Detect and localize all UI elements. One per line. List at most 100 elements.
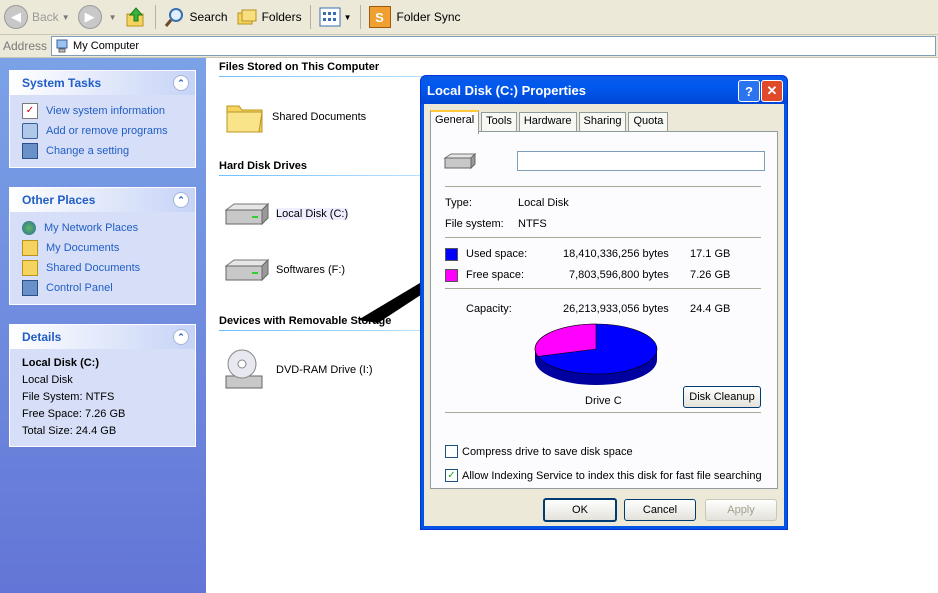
system-tasks-title: System Tasks	[22, 76, 102, 90]
details-free-space: Free Space: 7.26 GB	[22, 408, 126, 420]
used-space-gb: 17.1 GB	[690, 248, 731, 260]
up-button[interactable]	[121, 3, 151, 31]
ok-button[interactable]: OK	[543, 498, 617, 522]
tab-general[interactable]: General	[430, 110, 480, 134]
control-panel-icon	[22, 143, 38, 159]
search-button[interactable]: Search	[160, 3, 232, 31]
file-system-label: File system:	[445, 218, 504, 230]
type-value: Local Disk	[518, 197, 569, 209]
link-label: Shared Documents	[46, 262, 141, 274]
folders-icon	[237, 9, 257, 25]
shared-documents-link[interactable]: Shared Documents	[22, 258, 187, 278]
link-label: My Network Places	[44, 222, 139, 234]
disk-cleanup-button[interactable]: Disk Cleanup	[683, 386, 761, 408]
my-computer-icon	[56, 39, 68, 53]
general-tab-pane: Type: Local Disk File system: NTFS Used …	[430, 131, 778, 489]
allow-indexing-checkbox[interactable]: ✓ Allow Indexing Service to index this d…	[445, 469, 762, 482]
tab-sharing[interactable]: Sharing	[578, 112, 627, 131]
other-places-panel: Other Places ⌃ My Network Places My Docu…	[9, 187, 196, 305]
local-disk-c-item[interactable]: Local Disk (C:)	[222, 200, 349, 228]
link-label: Change a setting	[46, 145, 130, 157]
link-label: View system information	[46, 105, 166, 117]
tab-quota[interactable]: Quota	[628, 112, 669, 131]
other-places-title: Other Places	[22, 193, 96, 207]
toolbar-separator	[309, 5, 311, 29]
search-icon	[164, 8, 183, 27]
capacity-bytes: 26,213,933,056 bytes	[563, 303, 669, 315]
link-label: Add or remove programs	[46, 125, 168, 137]
divider	[445, 237, 761, 238]
control-panel-link[interactable]: Control Panel	[22, 278, 187, 298]
folder-sync-icon: S	[368, 6, 391, 28]
task-pane: System Tasks ⌃ ✓ View system information…	[0, 58, 206, 593]
collapse-chevron-icon[interactable]: ⌃	[173, 75, 189, 91]
chevron-down-icon: ▼	[61, 12, 70, 22]
hard-drive-icon	[224, 258, 270, 282]
view-system-information-link[interactable]: ✓ View system information	[22, 101, 187, 121]
type-label: Type:	[445, 197, 472, 209]
close-icon: ✕	[766, 83, 778, 98]
views-button[interactable]: ▼	[315, 3, 356, 31]
capacity-gb: 24.4 GB	[690, 303, 731, 315]
network-places-icon	[22, 221, 36, 235]
control-panel-icon	[22, 280, 38, 296]
address-input[interactable]: My Computer	[51, 36, 936, 56]
back-arrow-icon: ◀	[4, 5, 28, 29]
disk-usage-pie-chart	[534, 323, 658, 385]
cancel-button[interactable]: Cancel	[624, 499, 696, 521]
help-button[interactable]: ?	[738, 80, 760, 102]
folder-sync-button[interactable]: S Folder Sync	[365, 3, 465, 31]
used-space-label: Used space:	[466, 248, 528, 260]
change-setting-link[interactable]: Change a setting	[22, 141, 187, 161]
up-folder-icon	[126, 7, 144, 27]
add-remove-programs-link[interactable]: Add or remove programs	[22, 121, 187, 141]
tab-hardware[interactable]: Hardware	[518, 112, 577, 131]
details-panel: Details ⌃ Local Disk (C:) Local Disk Fil…	[9, 324, 196, 447]
apply-button[interactable]: Apply	[705, 499, 777, 521]
item-label: Softwares (F:)	[276, 264, 346, 276]
divider	[445, 412, 761, 413]
dialog-body: General Tools Hardware Sharing Quota Typ…	[424, 104, 784, 526]
collapse-chevron-icon[interactable]: ⌃	[173, 192, 189, 208]
system-tasks-header[interactable]: System Tasks ⌃	[10, 71, 195, 95]
close-button[interactable]: ✕	[761, 80, 783, 102]
dvd-ram-drive-item[interactable]: DVD-RAM Drive (I:)	[222, 346, 373, 394]
back-label: Back	[32, 10, 59, 24]
volume-label-input[interactable]	[517, 151, 765, 171]
back-button[interactable]: ◀ Back ▼	[0, 3, 74, 31]
details-type: Local Disk	[22, 374, 73, 386]
file-system-value: NTFS	[518, 218, 547, 230]
other-places-header[interactable]: Other Places ⌃	[10, 188, 195, 212]
forward-button[interactable]: ▶ ▼	[74, 3, 121, 31]
folder-icon	[22, 260, 38, 276]
address-value: My Computer	[73, 40, 140, 52]
toolbar: ◀ Back ▼ ▶ ▼ Search Folders ▼ S Folder S…	[0, 0, 938, 35]
files-stored-header: Files Stored on This Computer	[219, 61, 380, 73]
details-title: Details	[22, 330, 62, 344]
properties-dialog: Local Disk (C:) Properties ? ✕ General T…	[420, 75, 788, 530]
tab-tools[interactable]: Tools	[481, 112, 517, 131]
dialog-title-bar[interactable]: Local Disk (C:) Properties	[421, 76, 787, 104]
link-label: My Documents	[46, 242, 120, 254]
my-documents-link[interactable]: My Documents	[22, 238, 187, 258]
compress-drive-checkbox[interactable]: Compress drive to save disk space	[445, 445, 633, 458]
details-name: Local Disk (C:)	[22, 357, 100, 369]
folders-button[interactable]: Folders	[232, 3, 306, 31]
details-total-size: Total Size: 24.4 GB	[22, 425, 117, 437]
chevron-down-icon: ▼	[343, 12, 352, 22]
capacity-label: Capacity:	[466, 303, 512, 315]
system-info-icon: ✓	[22, 103, 38, 119]
system-tasks-panel: System Tasks ⌃ ✓ View system information…	[9, 70, 196, 168]
shared-documents-item[interactable]: Shared Documents	[224, 98, 366, 136]
softwares-f-item[interactable]: Softwares (F:)	[222, 256, 345, 284]
checkbox-box[interactable]: ✓	[445, 469, 458, 482]
free-space-swatch	[445, 269, 458, 282]
divider	[445, 288, 761, 289]
collapse-chevron-icon[interactable]: ⌃	[173, 329, 189, 345]
toolbar-separator	[154, 5, 156, 29]
checkbox-box[interactable]	[445, 445, 458, 458]
dvd-drive-icon	[225, 349, 263, 389]
details-file-system: File System: NTFS	[22, 391, 115, 403]
my-network-places-link[interactable]: My Network Places	[22, 218, 187, 238]
details-header[interactable]: Details ⌃	[10, 325, 195, 349]
